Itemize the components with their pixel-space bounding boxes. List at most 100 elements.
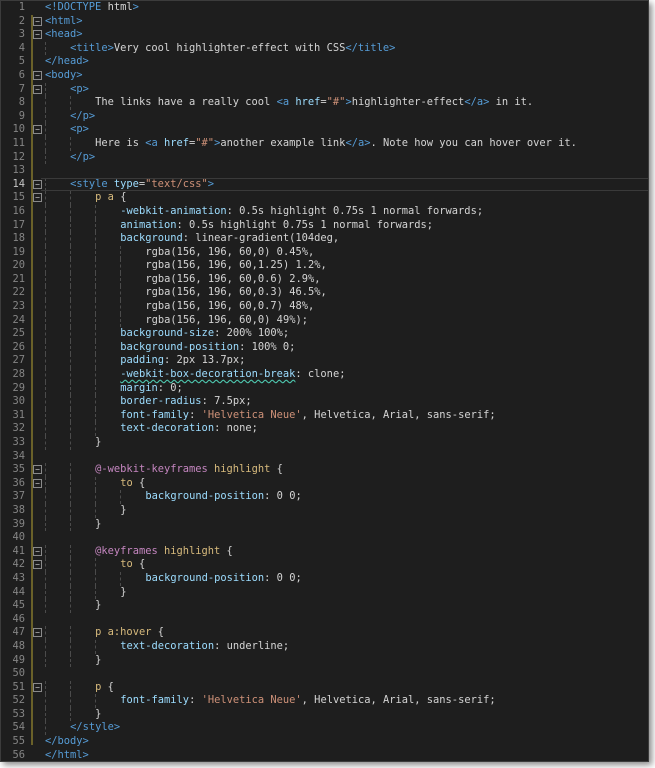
- fold-toggle-icon[interactable]: −: [33, 478, 42, 488]
- fold-toggle-icon[interactable]: −: [33, 546, 42, 556]
- code-line[interactable]: 14− <style type="text/css">: [1, 177, 648, 192]
- indent-guide: [70, 395, 72, 409]
- code-line[interactable]: 55 </body>: [1, 735, 648, 749]
- code-token: highlighter-effect: [351, 96, 465, 109]
- code-line[interactable]: 52 font-family: 'Helvetica Neue', Helveti…: [1, 694, 648, 708]
- code-token: Here is: [95, 136, 146, 149]
- fold-toggle-icon[interactable]: −: [33, 125, 42, 135]
- indent-guide: [95, 327, 97, 341]
- code-line[interactable]: 15− p a {: [1, 191, 648, 205]
- code-line[interactable]: 25 background-size: 200% 100%;: [1, 327, 648, 341]
- indent-guide: [95, 408, 97, 423]
- code-line[interactable]: 51− p {: [1, 680, 648, 695]
- line-text: <html>: [45, 15, 83, 29]
- line-text: -webkit-box-decoration-break: clone;: [120, 368, 345, 382]
- indent-guide: [95, 639, 97, 654]
- code-line[interactable]: 39}: [1, 517, 648, 532]
- code-line[interactable]: 22 rgba(156, 196, 60,0.3) 46.5%,: [1, 286, 648, 301]
- code-token: font-family: [120, 694, 190, 707]
- indent-guide: [70, 585, 72, 600]
- fold-toggle-icon[interactable]: −: [33, 628, 42, 638]
- code-line[interactable]: 33}: [1, 436, 648, 450]
- indent-guide: [95, 340, 97, 355]
- fold-toggle-icon[interactable]: −: [33, 16, 42, 26]
- code-line[interactable]: 45}: [1, 599, 648, 613]
- code-token: rgba(156, 196, 60,0.6) 2.9%,: [145, 272, 321, 285]
- code-line[interactable]: 28 -webkit-box-decoration-break: clone;: [1, 368, 648, 382]
- code-token: p a: [95, 191, 114, 204]
- fold-toggle-icon[interactable]: −: [33, 465, 42, 475]
- code-line[interactable]: 38}: [1, 503, 648, 518]
- line-text: to {: [120, 558, 145, 572]
- indent-guide: [45, 123, 46, 137]
- code-line[interactable]: 13: [1, 164, 648, 178]
- code-line[interactable]: 9 </p>: [1, 109, 648, 124]
- code-line[interactable]: 35− @-webkit-keyframes highlight {: [1, 463, 648, 477]
- code-line[interactable]: 32 text-decoration: none;: [1, 422, 648, 436]
- code-line[interactable]: 10− <p>: [1, 123, 648, 137]
- code-line[interactable]: 50: [1, 667, 648, 681]
- fold-toggle-icon[interactable]: −: [33, 30, 42, 40]
- code-line[interactable]: 31 font-family: 'Helvetica Neue', Helveti…: [1, 408, 648, 423]
- code-line[interactable]: 17 animation: 0.5s highlight 0.75s 1 norm…: [1, 218, 648, 233]
- code-line[interactable]: 47− p a:hover {: [1, 626, 648, 640]
- code-line[interactable]: 3− <head>: [1, 28, 648, 42]
- code-line[interactable]: 1 <!DOCTYPE html>: [1, 1, 648, 15]
- code-editor-window[interactable]: 1 <!DOCTYPE html> 2− <html> 3− <head> 4 <title>…: [0, 0, 649, 762]
- code-token: }: [95, 599, 102, 612]
- code-line[interactable]: 26 background-position: 100% 0;: [1, 340, 648, 355]
- code-line[interactable]: 48 text-decoration: underline;: [1, 639, 648, 654]
- indent-guide: [95, 272, 97, 287]
- code-line[interactable]: 37 background-position: 0 0;: [1, 490, 648, 504]
- code-line[interactable]: 12 </p>: [1, 150, 648, 165]
- line-number: 55: [12, 735, 25, 748]
- indent-guide: [45, 408, 46, 423]
- code-line[interactable]: 11 Here is <a href="#">another example li…: [1, 136, 648, 151]
- code-token: href: [295, 96, 321, 109]
- code-line[interactable]: 53}: [1, 707, 648, 722]
- code-line[interactable]: 19 rgba(156, 196, 60,0) 0.45%,: [1, 245, 648, 260]
- code-line[interactable]: 44}: [1, 585, 648, 600]
- code-line[interactable]: 42− to {: [1, 558, 648, 572]
- code-line[interactable]: 7− <p>: [1, 82, 648, 97]
- code-line[interactable]: 5 </head>: [1, 55, 648, 69]
- code-line[interactable]: 23 rgba(156, 196, 60,0.7) 48%,: [1, 300, 648, 314]
- code-line[interactable]: 20 rgba(156, 196, 60,1.25) 1.2%,: [1, 259, 648, 273]
- code-line[interactable]: 8 The links have a really cool <a href="#…: [1, 96, 648, 110]
- code-line[interactable]: 2− <html>: [1, 15, 648, 29]
- fold-toggle-icon[interactable]: −: [33, 560, 42, 570]
- code-line[interactable]: 4 <title>Very cool highlighter-effect wit…: [1, 41, 648, 56]
- code-area[interactable]: 1 <!DOCTYPE html> 2− <html> 3− <head> 4 <title>…: [1, 1, 648, 761]
- indent-guide: [95, 381, 97, 396]
- code-line[interactable]: 18 background: linear-gradient(104deg,: [1, 232, 648, 246]
- code-line[interactable]: 6− <body>: [1, 69, 648, 83]
- fold-toggle-icon[interactable]: −: [33, 70, 42, 80]
- code-line[interactable]: 41− @keyframes highlight {: [1, 544, 648, 559]
- fold-toggle-icon[interactable]: −: [33, 193, 42, 203]
- code-line[interactable]: 16 -webkit-animation: 0.5s highlight 0.75…: [1, 204, 648, 219]
- code-line[interactable]: 54 </style>: [1, 721, 648, 736]
- fold-toggle-icon[interactable]: −: [33, 179, 42, 189]
- code-token: type: [113, 177, 139, 190]
- fold-toggle-icon[interactable]: −: [33, 84, 42, 94]
- code-line[interactable]: 21 rgba(156, 196, 60,0.6) 2.9%,: [1, 272, 648, 287]
- code-line[interactable]: 24 rgba(156, 196, 60,0) 49%);: [1, 313, 648, 328]
- code-line[interactable]: 49}: [1, 653, 648, 668]
- indent-guide: [70, 544, 72, 559]
- indent-guide: [70, 245, 72, 260]
- line-number: 8: [18, 96, 25, 109]
- code-line[interactable]: 40: [1, 531, 648, 545]
- line-text: <p>: [70, 123, 89, 137]
- code-token: <body>: [45, 68, 83, 81]
- line-text: </head>: [45, 55, 89, 69]
- code-line[interactable]: 27 padding: 2px 13.7px;: [1, 354, 648, 369]
- code-line[interactable]: 34: [1, 450, 648, 464]
- indent-guide: [45, 680, 46, 695]
- code-line[interactable]: 29 margin: 0;: [1, 381, 648, 396]
- code-line[interactable]: 56 </html>: [1, 749, 648, 761]
- code-line[interactable]: 46: [1, 613, 648, 627]
- code-line[interactable]: 36− to {: [1, 476, 648, 491]
- code-line[interactable]: 30 border-radius: 7.5px;: [1, 395, 648, 409]
- code-line[interactable]: 43 background-position: 0 0;: [1, 571, 648, 586]
- fold-toggle-icon[interactable]: −: [33, 682, 42, 692]
